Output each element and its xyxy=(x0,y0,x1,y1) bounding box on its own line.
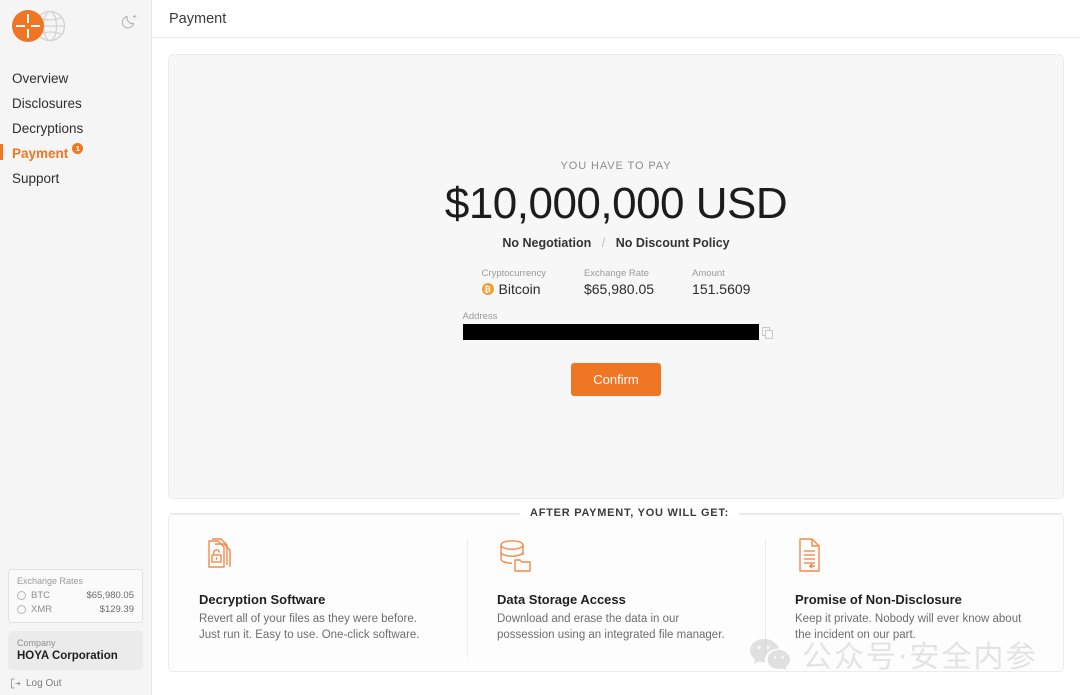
divider-line-left xyxy=(170,512,520,514)
divider-line-right xyxy=(739,512,1062,514)
logout-label: Log Out xyxy=(26,678,62,689)
exchange-rates-title: Exchange Rates xyxy=(17,576,84,586)
sidebar-item-label: Overview xyxy=(12,71,69,86)
document-icon xyxy=(799,538,820,572)
amount-label: Amount xyxy=(692,268,725,279)
crypto-currency-label: Cryptocurrency xyxy=(481,268,546,279)
payment-inner: YOU HAVE TO PAY $10,000,000 USD No Negot… xyxy=(169,160,1063,396)
rate-row-xmr: XMR $129.39 xyxy=(17,604,134,615)
xmr-icon xyxy=(17,605,26,614)
rate-row-btc: BTC $65,980.05 xyxy=(17,590,134,601)
crypto-currency-text: Bitcoin xyxy=(498,281,541,297)
exchange-rate-value: $65,980.05 xyxy=(583,281,655,297)
after-payment-heading: AFTER PAYMENT, YOU WILL GET: xyxy=(520,507,740,519)
sidebar-item-payment[interactable]: Payment 1 xyxy=(0,141,151,166)
exchange-rate-col: Exchange Rate $65,980.05 xyxy=(584,268,654,297)
term-no-discount: No Discount Policy xyxy=(615,236,730,250)
crypto-details-row: Cryptocurrency ₿ Bitcoin Exchange Rate $… xyxy=(169,268,1063,297)
payment-card: YOU HAVE TO PAY $10,000,000 USD No Negot… xyxy=(168,54,1064,499)
page-title: Payment xyxy=(169,10,227,27)
exchange-rate-label: Exchange Rate xyxy=(583,268,649,279)
btc-icon xyxy=(17,591,26,600)
address-input[interactable] xyxy=(462,324,759,340)
amount-value: 151.5609 xyxy=(692,281,751,297)
content-area: YOU HAVE TO PAY $10,000,000 USD No Negot… xyxy=(152,38,1080,672)
benefits-row: Decryption Software Revert all of your f… xyxy=(169,515,1063,671)
benefit-desc: Revert all of your files as they were be… xyxy=(199,613,420,641)
sidebar: Overview Disclosures Decryptions Payment… xyxy=(0,0,152,695)
rate-name: BTC xyxy=(31,590,50,601)
term-no-negotiation: No Negotiation xyxy=(502,236,592,250)
benefit-decryption-software: Decryption Software Revert all of your f… xyxy=(169,537,467,671)
company-box[interactable]: Company HOYA Corporation xyxy=(8,631,143,670)
copy-icon[interactable] xyxy=(761,327,774,340)
sidebar-item-label: Payment xyxy=(12,146,69,161)
benefit-title: Data Storage Access xyxy=(497,592,626,607)
address-label: Address xyxy=(462,311,498,322)
logout-button[interactable]: Log Out xyxy=(8,678,143,689)
top-bar: Payment xyxy=(152,0,1080,38)
benefit-promise-of-non-disclosure: Promise of Non-Disclosure Keep it privat… xyxy=(765,537,1063,671)
logout-icon xyxy=(11,678,21,689)
address-field-wrap: Address xyxy=(462,311,773,340)
pay-terms: No Negotiation / No Discount Policy xyxy=(169,236,1063,250)
sidebar-nav: Overview Disclosures Decryptions Payment… xyxy=(0,66,151,191)
crypto-currency-value: ₿ Bitcoin xyxy=(481,281,546,297)
sidebar-item-label: Disclosures xyxy=(12,96,82,111)
after-payment-header: AFTER PAYMENT, YOU WILL GET: xyxy=(169,507,1063,519)
rate-name: XMR xyxy=(31,604,53,615)
sidebar-item-overview[interactable]: Overview xyxy=(0,66,151,91)
pay-amount: $10,000,000 USD xyxy=(444,179,788,228)
app-root: Overview Disclosures Decryptions Payment… xyxy=(0,0,1080,695)
database-folder-icon xyxy=(500,540,531,572)
sidebar-item-support[interactable]: Support xyxy=(0,166,151,191)
sidebar-item-decryptions[interactable]: Decryptions xyxy=(0,116,151,141)
pay-eyebrow: YOU HAVE TO PAY xyxy=(560,160,672,172)
confirm-button[interactable]: Confirm xyxy=(571,363,661,396)
amount-col: Amount 151.5609 xyxy=(692,268,750,297)
payment-badge: 1 xyxy=(72,143,84,154)
benefit-desc: Download and erase the data in our posse… xyxy=(497,613,725,641)
unlocked-files-icon xyxy=(208,538,231,568)
benefit-desc: Keep it private. Nobody will ever know a… xyxy=(795,613,1022,641)
benefit-title: Promise of Non-Disclosure xyxy=(795,592,962,607)
rate-value: $129.39 xyxy=(99,604,134,615)
sidebar-item-label: Decryptions xyxy=(12,121,84,136)
rate-value: $65,980.05 xyxy=(86,590,134,601)
bitcoin-icon: ₿ xyxy=(481,283,494,295)
benefit-title: Decryption Software xyxy=(199,592,326,607)
company-label: Company xyxy=(17,638,56,648)
after-payment-card: AFTER PAYMENT, YOU WILL GET: Decryption … xyxy=(168,507,1064,672)
benefit-data-storage-access: Data Storage Access Download and erase t… xyxy=(467,537,765,671)
exchange-rates-box: Exchange Rates BTC $65,980.05 XMR $129.3… xyxy=(8,569,143,623)
sidebar-item-label: Support xyxy=(12,171,60,186)
moon-icon[interactable] xyxy=(121,12,139,30)
main-area: Payment YOU HAVE TO PAY $10,000,000 USD … xyxy=(152,0,1080,695)
sidebar-bottom: Exchange Rates BTC $65,980.05 XMR $129.3… xyxy=(0,569,151,695)
term-separator: / xyxy=(601,236,606,250)
company-name: HOYA Corporation xyxy=(17,650,118,662)
globe-crosshair-logo xyxy=(10,6,72,46)
sidebar-item-disclosures[interactable]: Disclosures xyxy=(0,91,151,116)
logo-dot xyxy=(12,10,44,42)
crypto-currency-col: Cryptocurrency ₿ Bitcoin xyxy=(481,268,546,297)
sidebar-brand-row xyxy=(0,0,151,52)
